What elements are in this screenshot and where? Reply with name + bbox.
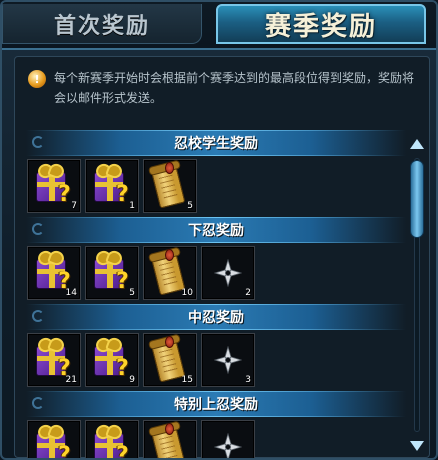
- section-header: 下忍奖励: [26, 217, 406, 243]
- item-count: 5: [129, 288, 135, 298]
- reward-row: ? 21? 9 15 3: [26, 333, 406, 389]
- section-title: 特别上忍奖励: [174, 397, 258, 413]
- scroll-thumb[interactable]: [410, 160, 424, 238]
- scrollbar[interactable]: [407, 136, 427, 454]
- item-count: 7: [71, 201, 77, 211]
- reward-slot[interactable]: 5: [143, 159, 197, 213]
- swirl-ornament-icon: [32, 397, 44, 409]
- item-count: 1: [129, 201, 135, 211]
- section-header: 特别上忍奖励: [26, 391, 406, 417]
- reward-slot[interactable]: [143, 420, 197, 458]
- reward-slot[interactable]: 2: [201, 246, 255, 300]
- reward-list: 忍校学生奖励? 7? 1 5 下忍奖励? 14? 5 10 2 中忍奖励? 21? 9 15 3 特别上忍奖…: [26, 130, 406, 458]
- reward-slot[interactable]: ? 7: [27, 159, 81, 213]
- item-count: 5: [187, 201, 193, 211]
- reward-slot[interactable]: ? 21: [27, 333, 81, 387]
- reward-slot[interactable]: 3: [201, 333, 255, 387]
- tab-season-reward[interactable]: 赛季奖励: [216, 4, 426, 44]
- shuriken-icon: [213, 345, 243, 375]
- section-title: 忍校学生奖励: [174, 136, 258, 152]
- reward-slot[interactable]: [201, 420, 255, 458]
- info-icon: !: [28, 70, 46, 88]
- swirl-ornament-icon: [32, 223, 44, 235]
- item-count: 14: [65, 288, 77, 298]
- reward-slot[interactable]: ? 5: [85, 246, 139, 300]
- notice-text: 每个新赛季开始时会根据前个赛季达到的最高段位得到奖励，奖励将会以邮件形式发送。: [54, 71, 415, 105]
- tab-bar: 首次奖励 赛季奖励: [2, 2, 436, 50]
- season-reward-window: 首次奖励 赛季奖励 ! 每个新赛季开始时会根据前个赛季达到的最高段位得到奖励，奖…: [0, 0, 438, 460]
- swirl-ornament-icon: [32, 310, 44, 322]
- swirl-ornament-icon: [32, 136, 44, 148]
- shuriken-icon: [213, 432, 243, 458]
- section-header: 中忍奖励: [26, 304, 406, 330]
- reward-slot[interactable]: ?: [27, 420, 81, 458]
- shuriken-icon: [213, 258, 243, 288]
- reward-row: ? 7? 1 5: [26, 159, 406, 215]
- reward-slot[interactable]: ?: [85, 420, 139, 458]
- section-title: 中忍奖励: [188, 310, 244, 326]
- reward-slot[interactable]: 10: [143, 246, 197, 300]
- scroll-up-button[interactable]: [408, 136, 426, 152]
- section-title: 下忍奖励: [188, 223, 244, 239]
- section-header: 忍校学生奖励: [26, 130, 406, 156]
- reward-slot[interactable]: 15: [143, 333, 197, 387]
- reward-row: ? 14? 5 10 2: [26, 246, 406, 302]
- scroll-down-button[interactable]: [408, 438, 426, 454]
- reward-slot[interactable]: ? 9: [85, 333, 139, 387]
- item-count: 9: [129, 375, 135, 385]
- item-count: 3: [245, 375, 251, 385]
- item-count: 15: [181, 375, 193, 385]
- notice: ! 每个新赛季开始时会根据前个赛季达到的最高段位得到奖励，奖励将会以邮件形式发送…: [28, 68, 418, 108]
- item-count: 2: [245, 288, 251, 298]
- reward-row: ??: [26, 420, 406, 458]
- item-count: 21: [65, 375, 77, 385]
- item-count: 10: [181, 288, 193, 298]
- tab-first-reward[interactable]: 首次奖励: [2, 4, 202, 44]
- reward-slot[interactable]: ? 14: [27, 246, 81, 300]
- reward-slot[interactable]: ? 1: [85, 159, 139, 213]
